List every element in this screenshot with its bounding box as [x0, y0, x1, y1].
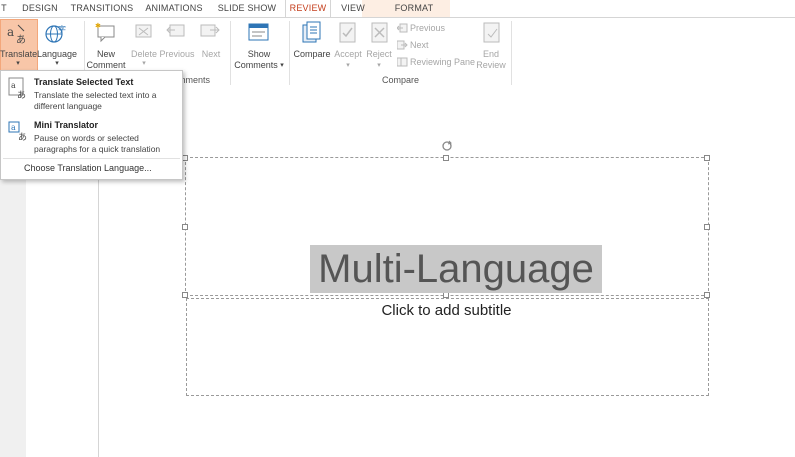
new-comment-icon: ✱ — [95, 22, 115, 43]
end-review-line1[interactable]: End — [474, 49, 508, 60]
delete-chevron-down-icon: ▾ — [142, 60, 146, 67]
previous-change-button[interactable]: Previous — [410, 23, 445, 34]
reject-button[interactable]: Reject — [363, 49, 395, 60]
reject-chevron-down-icon: ▾ — [377, 62, 381, 69]
accept-button[interactable]: Accept — [331, 49, 365, 60]
compare-group-label: Compare — [382, 75, 420, 85]
resize-handle[interactable] — [704, 155, 710, 161]
mini-translator-title: Mini Translator — [34, 120, 99, 130]
translate-selected-text-description: Translate the selected text into a diffe… — [34, 90, 157, 111]
language-icon: 字 — [45, 24, 66, 43]
ribbon-tab-bar: T DESIGN TRANSITIONS ANIMATIONS SLIDE SH… — [0, 0, 795, 19]
accept-chevron-down-icon: ▾ — [346, 62, 350, 69]
svg-text:a: a — [7, 25, 14, 39]
svg-text:字: 字 — [58, 24, 66, 34]
group-separator — [230, 21, 231, 85]
reviewing-pane-icon — [397, 57, 408, 67]
new-comment-line1[interactable]: New — [86, 49, 126, 60]
svg-text:あ: あ — [18, 132, 27, 142]
translate-icon: a あ — [7, 24, 26, 45]
translate-selected-text-icon: a あ — [8, 77, 26, 99]
compare-button[interactable]: Compare — [292, 49, 332, 60]
subtitle-placeholder-text[interactable]: Click to add subtitle — [186, 302, 707, 319]
tab-view[interactable]: VIEW — [338, 0, 368, 17]
accept-icon — [339, 22, 356, 43]
mini-translator-description: Pause on words or selected paragraphs fo… — [34, 133, 161, 154]
previous-comment-icon — [166, 24, 185, 37]
menu-separator — [3, 158, 180, 159]
slide-title-text[interactable]: Multi-Language — [310, 245, 602, 293]
translate-selected-text-title: Translate Selected Text — [34, 77, 134, 87]
resize-handle[interactable] — [182, 224, 188, 230]
compare-icon — [302, 21, 321, 43]
reject-icon — [371, 22, 388, 43]
resize-handle[interactable] — [443, 155, 449, 161]
show-comments-icon — [248, 23, 269, 41]
end-review-icon — [483, 22, 500, 43]
previous-button[interactable]: Previous — [158, 49, 196, 60]
svg-text:あ: あ — [16, 34, 26, 45]
menu-item-translate-selected-text[interactable]: a あ Translate Selected Text Translate th… — [1, 73, 182, 115]
tab-slide-show[interactable]: SLIDE SHOW — [216, 0, 278, 17]
show-comments-chevron-down-icon: ▾ — [280, 62, 284, 69]
tab-design[interactable]: DESIGN — [18, 0, 62, 17]
language-chevron-down-icon: ▾ — [55, 60, 59, 67]
next-button[interactable]: Next — [196, 49, 226, 60]
tab-format[interactable]: FORMAT — [388, 0, 440, 17]
show-comments-line1[interactable]: Show — [238, 49, 280, 60]
menu-item-mini-translator[interactable]: a あ Mini Translator Pause on words or se… — [1, 116, 182, 158]
tab-insert-partial[interactable]: T — [0, 0, 8, 17]
tab-animations[interactable]: ANIMATIONS — [144, 0, 204, 17]
delete-comment-icon — [135, 24, 152, 38]
svg-text:✱: ✱ — [95, 22, 101, 30]
next-change-icon — [397, 40, 408, 50]
resize-handle[interactable] — [704, 224, 710, 230]
mini-translator-icon: a あ — [8, 121, 27, 142]
choose-translation-language-label: Choose Translation Language... — [24, 163, 152, 173]
translate-dropdown-menu: a あ Translate Selected Text Translate th… — [0, 70, 183, 180]
group-separator — [289, 21, 290, 85]
end-review-line2[interactable]: Review — [474, 60, 508, 71]
previous-change-icon — [397, 23, 408, 33]
svg-text:a: a — [11, 81, 16, 90]
menu-item-choose-translation-language[interactable]: Choose Translation Language... — [1, 160, 182, 177]
group-separator — [511, 21, 512, 85]
svg-text:あ: あ — [17, 90, 26, 99]
reviewing-pane-button[interactable]: Reviewing Pane — [410, 57, 475, 68]
next-comment-icon — [200, 24, 220, 37]
next-change-button[interactable]: Next — [410, 40, 429, 51]
show-comments-line2[interactable]: Comments — [232, 60, 280, 71]
svg-text:a: a — [11, 123, 16, 132]
rotate-handle-icon[interactable] — [440, 139, 454, 153]
tab-transitions[interactable]: TRANSITIONS — [70, 0, 134, 17]
translate-chevron-down-icon: ▾ — [16, 60, 20, 67]
